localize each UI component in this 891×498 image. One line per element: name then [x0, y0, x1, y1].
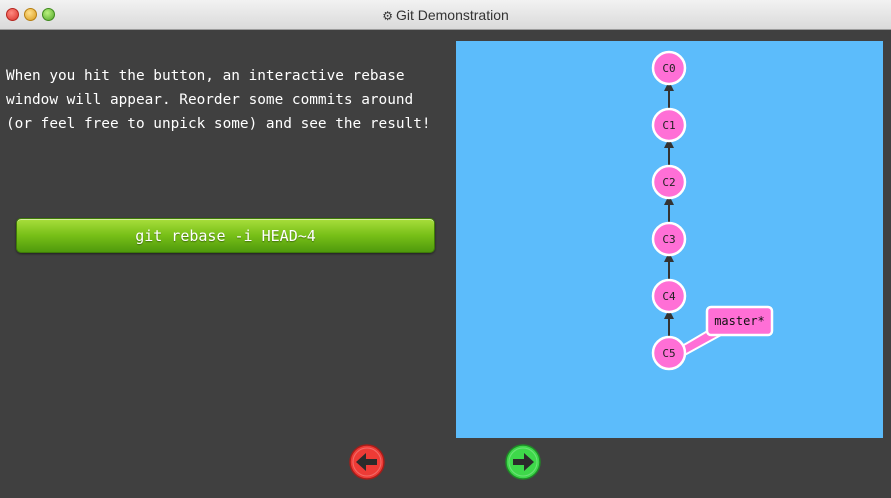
commit-label: C3 — [662, 233, 675, 246]
commit-label: C2 — [662, 176, 675, 189]
git-rebase-button[interactable]: git rebase -i HEAD~4 — [16, 218, 435, 253]
commit-node-c5: C5 — [651, 335, 687, 371]
window-title: ⚙ Git Demonstration — [0, 7, 891, 23]
commit-node-c4: C4 — [651, 278, 687, 314]
gear-icon: ⚙ — [382, 9, 393, 23]
commit-label: C0 — [662, 62, 675, 75]
instructions-text: When you hit the button, an interactive … — [6, 68, 431, 132]
window-titlebar: ⚙ Git Demonstration — [0, 0, 891, 30]
commit-label: C4 — [662, 290, 676, 303]
commit-node-c0: C0 — [651, 50, 687, 86]
branch-master: master* — [675, 305, 774, 359]
forward-button[interactable] — [505, 444, 541, 480]
git-visualization-panel: master* C0 C1 C2 C3 C4 C5 — [456, 41, 883, 438]
window-title-text: Git Demonstration — [395, 7, 509, 23]
commit-node-c2: C2 — [651, 164, 687, 200]
commit-label: C1 — [662, 119, 675, 132]
commit-label: C5 — [662, 347, 675, 360]
back-button[interactable] — [349, 444, 385, 480]
arrow-left-icon — [349, 444, 385, 480]
branch-label: master* — [714, 314, 765, 328]
commit-graph: master* C0 C1 C2 C3 C4 C5 — [651, 50, 774, 371]
commit-node-c3: C3 — [651, 221, 687, 257]
commit-node-c1: C1 — [651, 107, 687, 143]
arrow-right-icon — [505, 444, 541, 480]
